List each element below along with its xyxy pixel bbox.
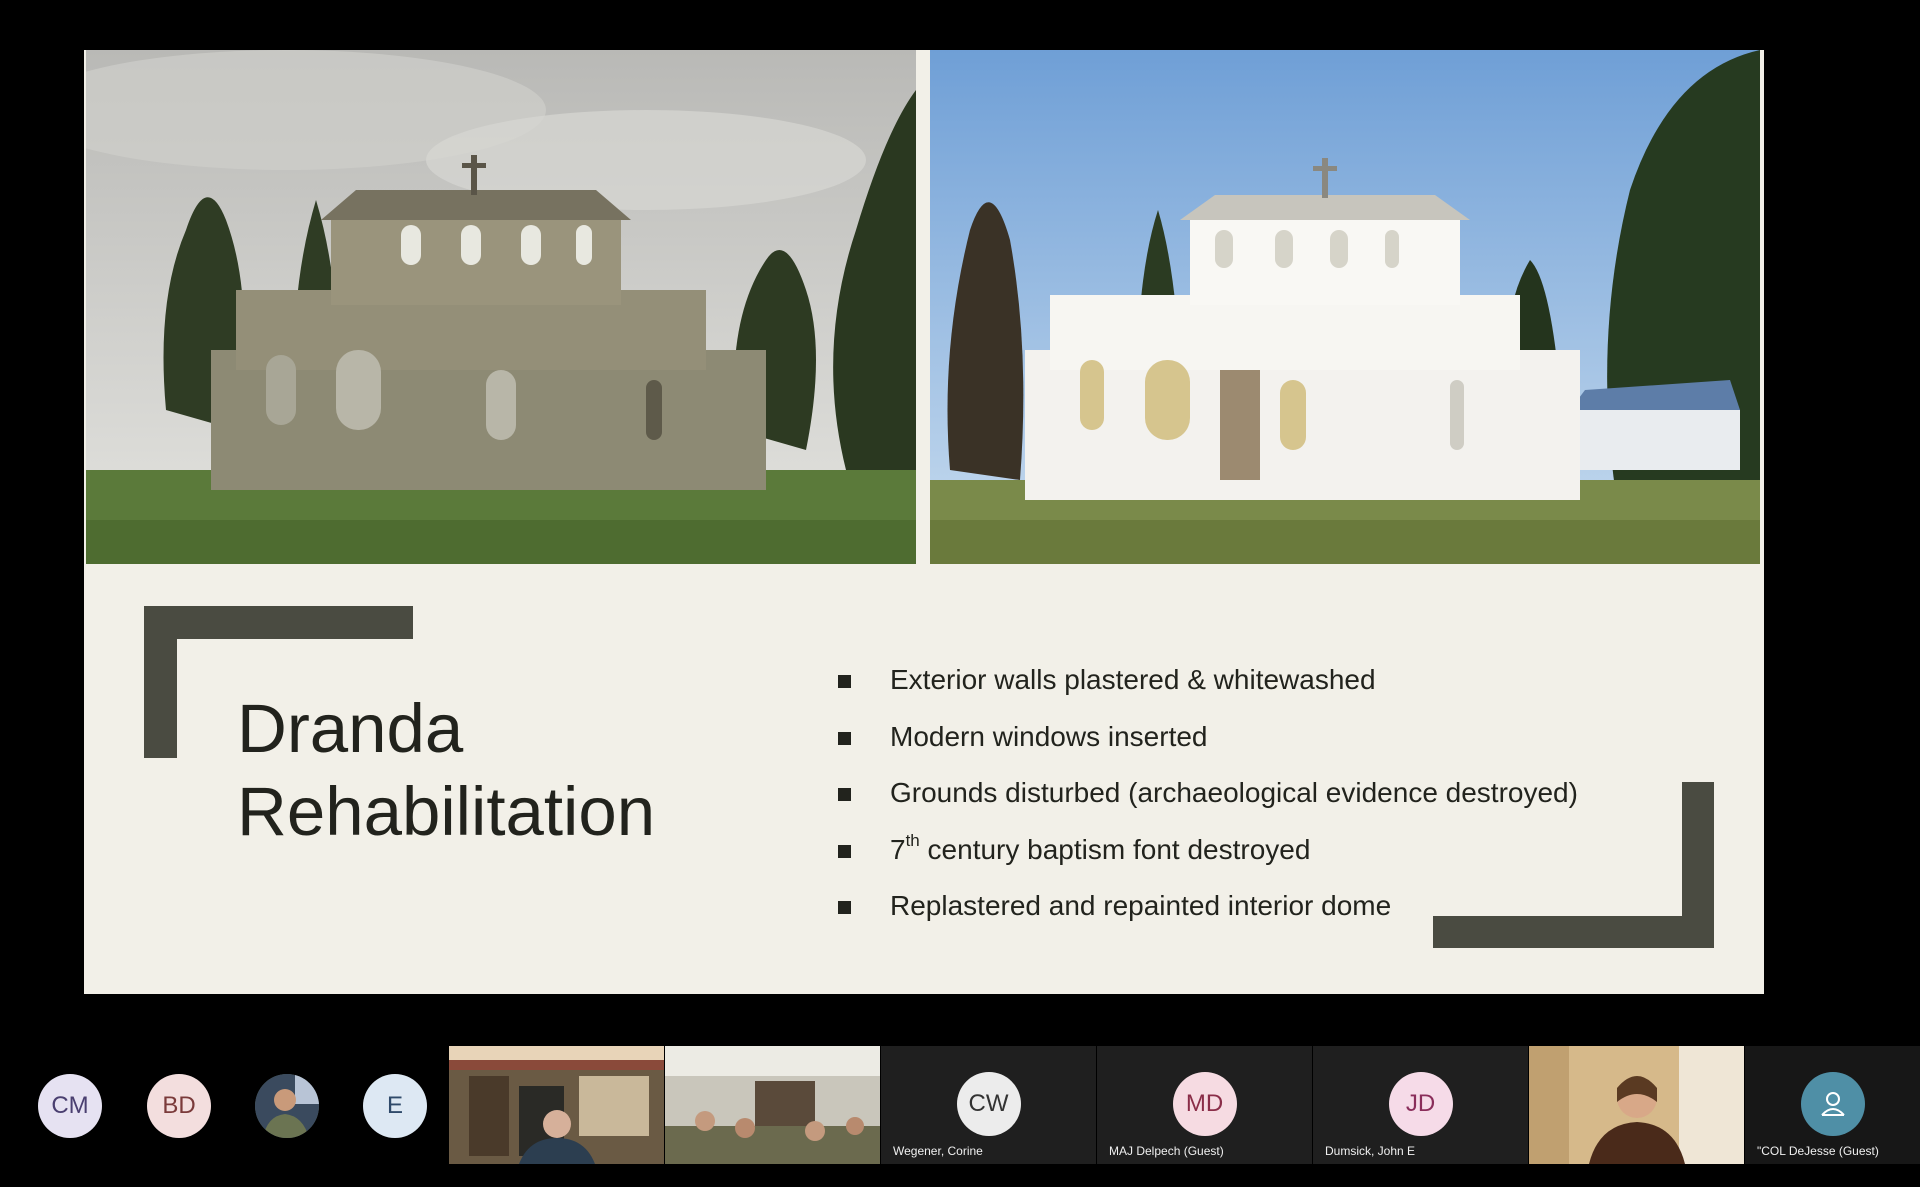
participant-name: MAJ Delpech (Guest)	[1109, 1144, 1224, 1158]
avatar	[1800, 1072, 1865, 1136]
avatar: MD	[1172, 1072, 1237, 1136]
participant-tile[interactable]: BD	[125, 1046, 233, 1164]
bullet-square-icon	[838, 844, 851, 858]
avatar: BD	[147, 1074, 211, 1138]
bullet-list: Exterior walls plastered & whitewashed M…	[838, 662, 1738, 945]
participant-strip: CM BD E CW Wegener, Corine MD MAJ Delpec…	[0, 1046, 1920, 1164]
avatar-photo	[255, 1074, 319, 1138]
participant-tile[interactable]: MD MAJ Delpech (Guest)	[1097, 1046, 1312, 1164]
bullet-square-icon	[838, 675, 851, 688]
presentation-slide: Dranda Rehabilitation Exterior walls pla…	[84, 50, 1764, 994]
participant-name: "COL DeJesse (Guest)	[1757, 1144, 1879, 1158]
participant-tile[interactable]: CM	[16, 1046, 124, 1164]
participant-video-tile[interactable]	[665, 1046, 880, 1164]
participant-video-tile[interactable]	[449, 1046, 664, 1164]
slide-title-line-2: Rehabilitation	[237, 773, 656, 850]
church-after-image	[930, 50, 1760, 564]
bullet-item: Exterior walls plastered & whitewashed	[838, 662, 1738, 719]
participant-video	[665, 1046, 880, 1164]
user-icon	[1820, 1092, 1845, 1116]
corner-accent-top-left-bar	[144, 606, 413, 639]
bullet-item: Grounds disturbed (archaeological eviden…	[838, 775, 1738, 832]
participant-video-tile[interactable]	[1529, 1046, 1744, 1164]
corner-accent-top-left-post	[144, 606, 177, 758]
church-before-image	[86, 50, 916, 564]
participant-tile[interactable]: CW Wegener, Corine	[881, 1046, 1096, 1164]
participant-tile[interactable]	[233, 1046, 341, 1164]
bullet-item: Replastered and repainted interior dome	[838, 888, 1738, 945]
participant-name: Dumsick, John E	[1325, 1144, 1416, 1158]
bullet-square-icon	[838, 788, 851, 801]
participant-tile[interactable]: "COL DeJesse (Guest)	[1745, 1046, 1920, 1164]
avatar: CM	[38, 1074, 102, 1138]
slide-title-line-1: Dranda	[237, 690, 464, 767]
bullet-square-icon	[838, 731, 851, 745]
photo-divider	[916, 50, 930, 564]
participant-name: Wegener, Corine	[893, 1144, 983, 1158]
person-photo-icon	[255, 1074, 319, 1138]
avatar: JD	[1388, 1072, 1453, 1136]
bullet-item: 7th century baptism font destroyed	[838, 832, 1738, 889]
avatar: CW	[956, 1072, 1021, 1136]
bullet-square-icon	[838, 901, 851, 914]
church-after-photo	[930, 50, 1760, 564]
participant-video	[1529, 1046, 1744, 1164]
participant-tile[interactable]: E	[341, 1046, 449, 1164]
participant-video	[449, 1046, 664, 1164]
bullet-item: Modern windows inserted	[838, 719, 1738, 776]
participant-tile[interactable]: JD Dumsick, John E	[1313, 1046, 1528, 1164]
avatar: E	[363, 1074, 427, 1138]
church-before-photo	[86, 50, 916, 564]
slide-title: Dranda Rehabilitation	[237, 687, 797, 853]
